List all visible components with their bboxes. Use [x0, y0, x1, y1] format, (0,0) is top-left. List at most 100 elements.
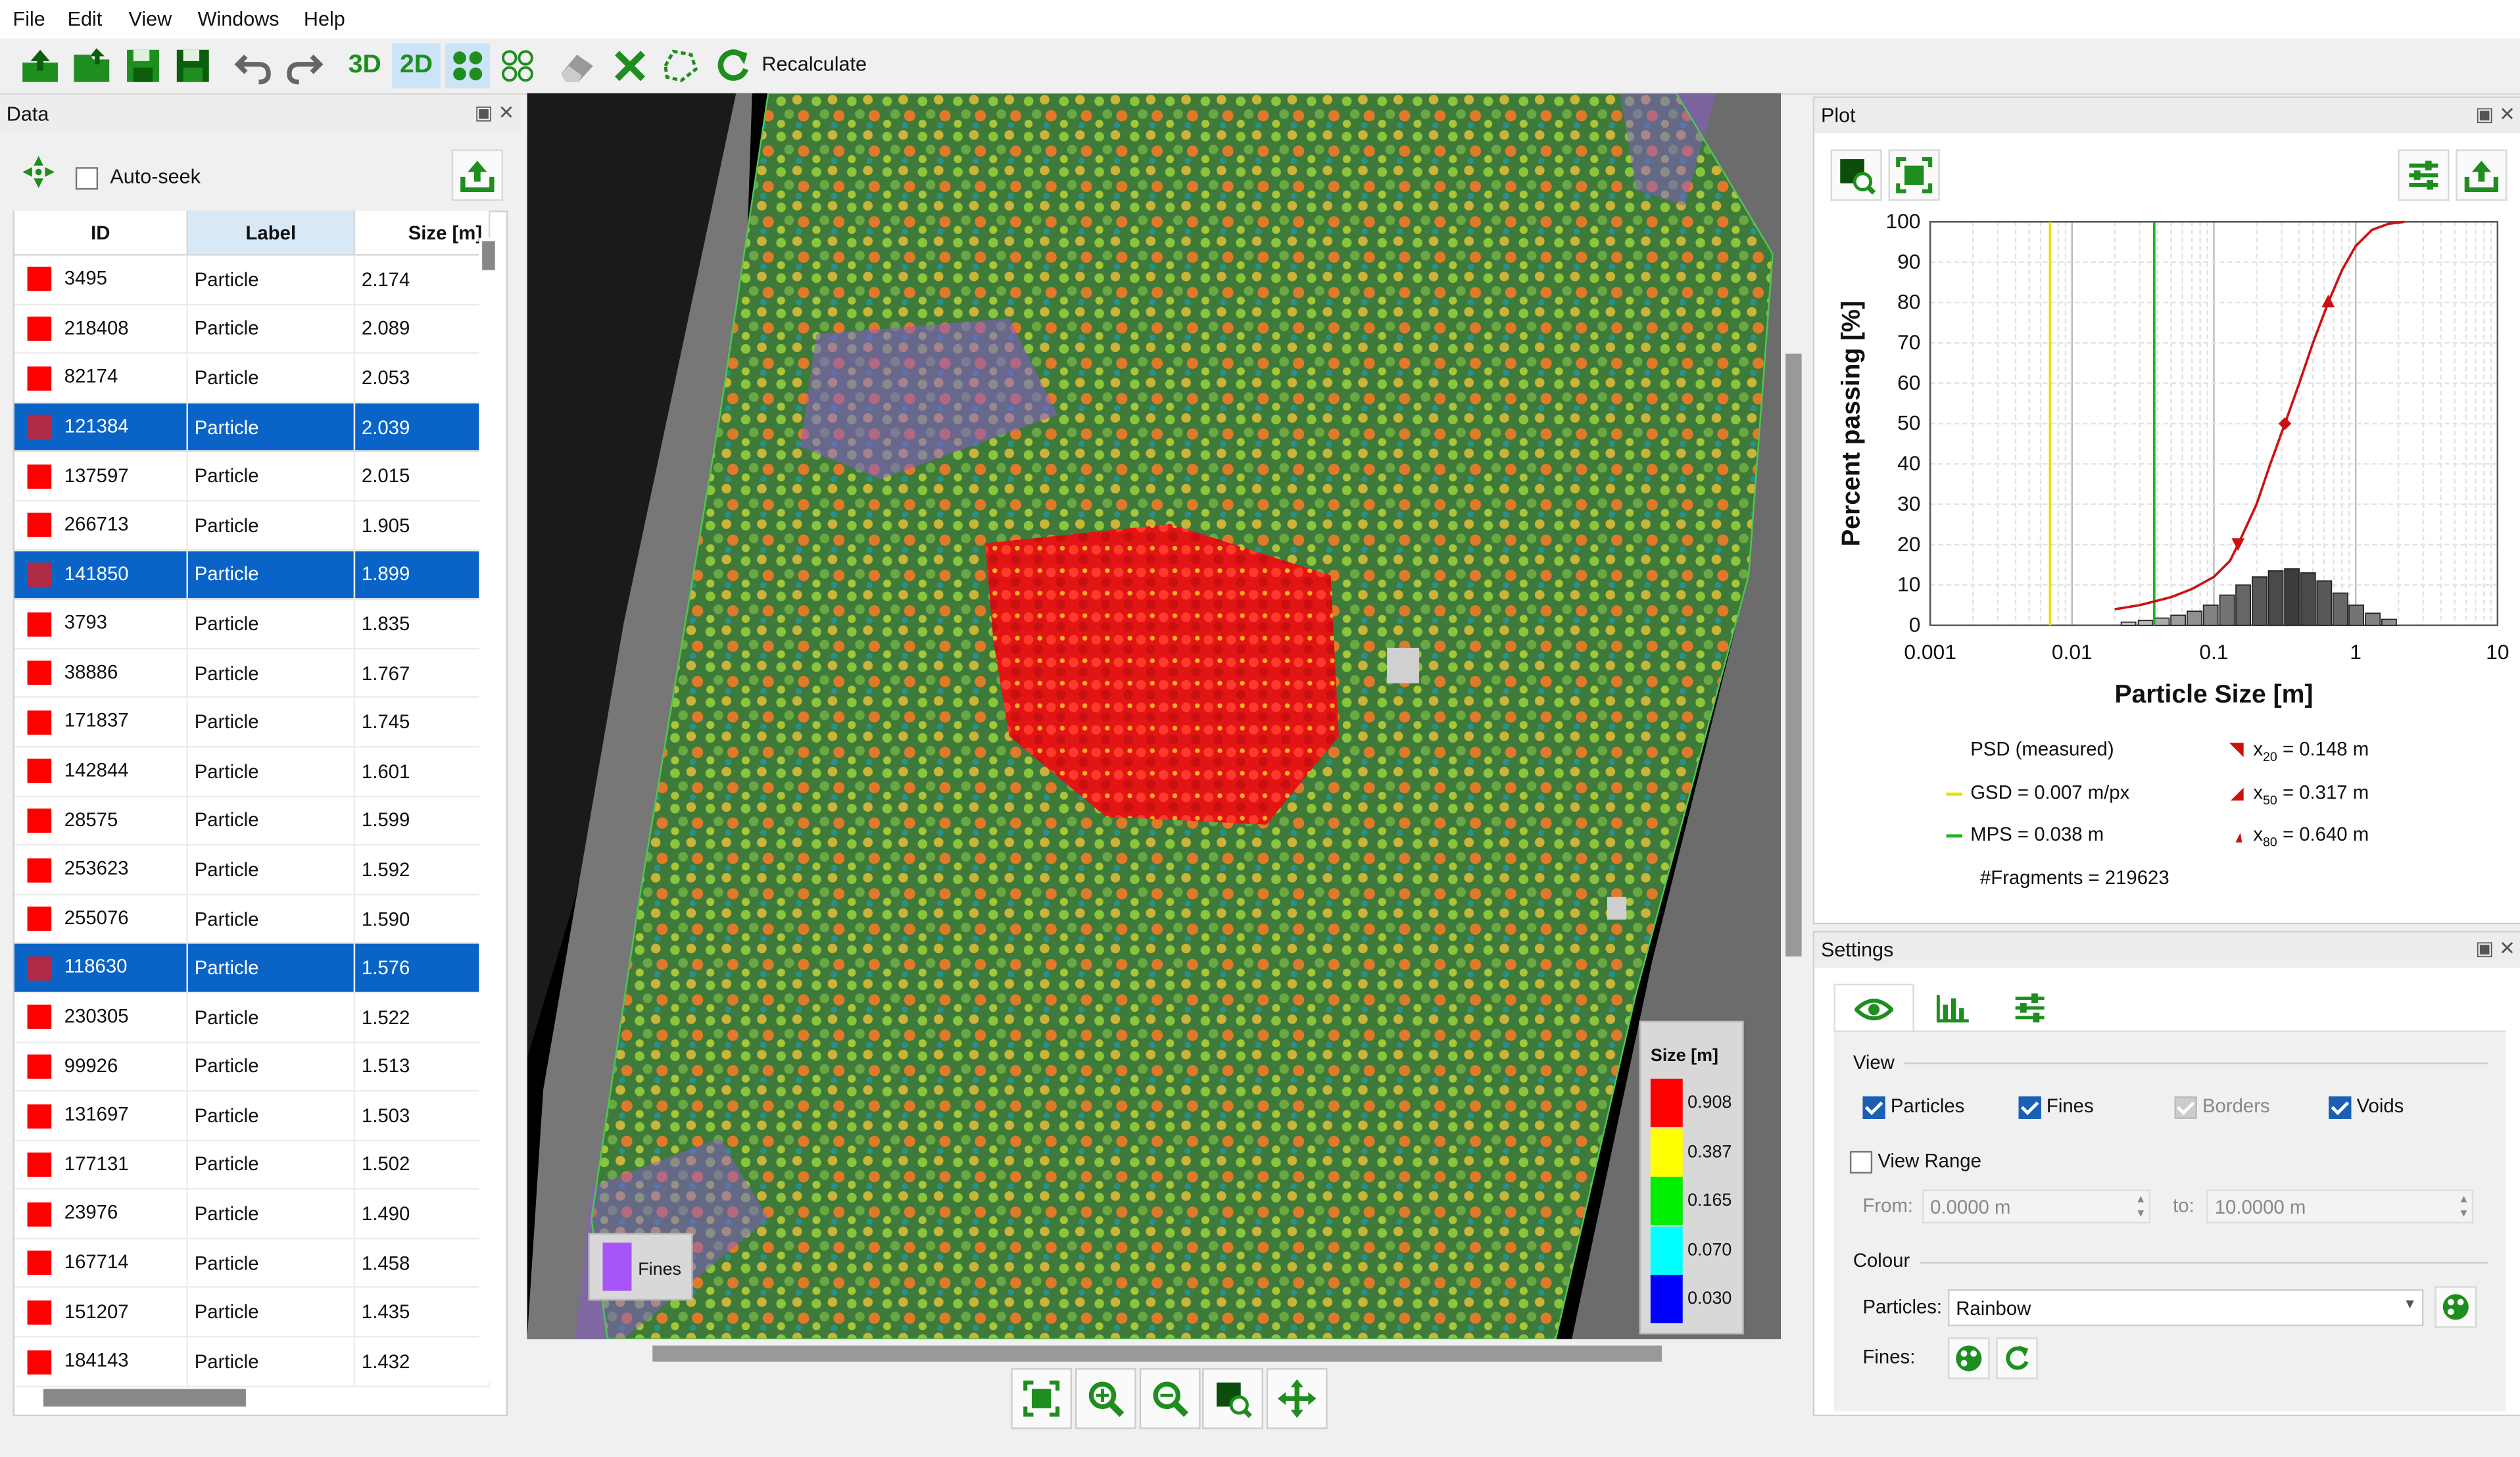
- table-row[interactable]: 82174 Particle 2.053: [14, 353, 491, 403]
- menu-edit[interactable]: Edit: [68, 8, 103, 30]
- cell-label[interactable]: Particle: [187, 1189, 356, 1239]
- cell-label[interactable]: Particle: [187, 304, 356, 355]
- cell-size[interactable]: 2.089: [354, 304, 491, 355]
- cell-label[interactable]: Particle: [187, 501, 356, 551]
- cell-label[interactable]: Particle: [187, 943, 356, 994]
- table-row[interactable]: 118630 Particle 1.576: [14, 943, 491, 994]
- cell-size[interactable]: 1.503: [354, 1091, 491, 1141]
- cell-label[interactable]: Particle: [187, 1287, 356, 1338]
- eraser-icon[interactable]: [554, 43, 599, 88]
- cell-id[interactable]: 218408: [14, 304, 188, 355]
- table-row[interactable]: 38886 Particle 1.767: [14, 648, 491, 699]
- cell-id[interactable]: 3495: [14, 255, 188, 305]
- table-row[interactable]: 171837 Particle 1.745: [14, 697, 491, 748]
- cell-id[interactable]: 28575: [14, 795, 188, 846]
- fit-view-icon[interactable]: [1011, 1368, 1073, 1429]
- table-row[interactable]: 255076 Particle 1.590: [14, 894, 491, 945]
- cell-label[interactable]: Particle: [187, 697, 356, 748]
- cell-label[interactable]: Particle: [187, 1091, 356, 1141]
- cell-size[interactable]: 2.174: [354, 255, 491, 305]
- zoom-region-icon[interactable]: [1202, 1368, 1263, 1429]
- image-viewer[interactable]: [527, 93, 1781, 1339]
- cell-label[interactable]: Particle: [187, 747, 356, 797]
- cell-size[interactable]: 1.905: [354, 501, 491, 551]
- cell-label[interactable]: Particle: [187, 1140, 356, 1191]
- cell-label[interactable]: Particle: [187, 451, 356, 502]
- cell-size[interactable]: 1.767: [354, 648, 491, 699]
- cell-size[interactable]: 1.435: [354, 1287, 491, 1338]
- vscroll-thumb[interactable]: [482, 241, 495, 270]
- table-row[interactable]: 167714 Particle 1.458: [14, 1238, 491, 1289]
- redo-icon[interactable]: [281, 43, 326, 88]
- tab-view[interactable]: [1833, 983, 1914, 1034]
- cell-id[interactable]: 255076: [14, 894, 188, 945]
- panel-float-close-icons[interactable]: ▣ ✕: [2475, 103, 2515, 125]
- plot-fit-icon[interactable]: [1888, 149, 1940, 201]
- save-icon[interactable]: [120, 43, 165, 88]
- cell-label[interactable]: Particle: [187, 648, 356, 699]
- viewer-vertical-scrollbar[interactable]: [1785, 353, 1802, 957]
- recalculate-icon[interactable]: [710, 43, 755, 88]
- particles-outline-icon[interactable]: [495, 43, 540, 88]
- table-horizontal-scrollbar[interactable]: [43, 1389, 246, 1407]
- column-label[interactable]: Label: [187, 210, 356, 256]
- cell-size[interactable]: 1.745: [354, 697, 491, 748]
- table-row[interactable]: 253623 Particle 1.592: [14, 845, 491, 895]
- view-range-checkbox[interactable]: View Range: [1849, 1149, 1981, 1173]
- cell-id[interactable]: 151207: [14, 1287, 188, 1338]
- colormap-select[interactable]: Rainbow ▾: [1948, 1289, 2424, 1327]
- export-data-icon[interactable]: [451, 149, 503, 201]
- table-row[interactable]: 142844 Particle 1.601: [14, 747, 491, 797]
- cell-size[interactable]: 1.835: [354, 599, 491, 649]
- lasso-icon[interactable]: [658, 43, 702, 88]
- table-row[interactable]: 184143 Particle 1.432: [14, 1337, 491, 1387]
- cell-size[interactable]: 1.599: [354, 795, 491, 846]
- table-row[interactable]: 3793 Particle 1.835: [14, 599, 491, 649]
- cell-size[interactable]: 2.015: [354, 451, 491, 502]
- undo-icon[interactable]: [231, 43, 276, 88]
- cell-id[interactable]: 177131: [14, 1140, 188, 1191]
- particles-filled-icon[interactable]: [445, 43, 491, 89]
- cell-id[interactable]: 121384: [14, 402, 188, 453]
- open-icon[interactable]: [18, 43, 62, 88]
- cell-label[interactable]: Particle: [187, 353, 356, 403]
- voids-checkbox[interactable]: Voids: [2329, 1095, 2404, 1119]
- cell-size[interactable]: 2.053: [354, 353, 491, 403]
- import-icon[interactable]: [69, 43, 114, 88]
- table-row[interactable]: 266713 Particle 1.905: [14, 501, 491, 551]
- cell-label[interactable]: Particle: [187, 992, 356, 1043]
- cell-size[interactable]: 1.458: [354, 1238, 491, 1289]
- delete-icon[interactable]: [608, 43, 652, 88]
- cell-size[interactable]: 1.490: [354, 1189, 491, 1239]
- cell-size[interactable]: 1.592: [354, 845, 491, 895]
- cell-id[interactable]: 266713: [14, 501, 188, 551]
- tab-settings[interactable]: [1991, 984, 2068, 1032]
- table-row[interactable]: 28575 Particle 1.599: [14, 795, 491, 846]
- column-size[interactable]: Size [m]: [354, 210, 491, 256]
- particle-map[interactable]: [527, 93, 1781, 1339]
- tab-histogram[interactable]: [1914, 984, 1991, 1032]
- recalculate-button[interactable]: Recalculate: [762, 53, 867, 76]
- table-row[interactable]: 141850 Particle 1.899: [14, 549, 491, 600]
- panel-float-close-icons[interactable]: ▣ ✕: [475, 101, 514, 124]
- menu-help[interactable]: Help: [304, 8, 345, 30]
- table-row[interactable]: 218408 Particle 2.089: [14, 304, 491, 355]
- cell-size[interactable]: 2.039: [354, 402, 491, 453]
- zoom-out-icon[interactable]: [1139, 1368, 1201, 1429]
- cell-label[interactable]: Particle: [187, 795, 356, 846]
- table-row[interactable]: 99926 Particle 1.513: [14, 1041, 491, 1092]
- palette-icon[interactable]: [2435, 1286, 2477, 1328]
- cell-size[interactable]: 1.899: [354, 549, 491, 600]
- cell-size[interactable]: 1.513: [354, 1041, 491, 1092]
- table-row[interactable]: 137597 Particle 2.015: [14, 451, 491, 502]
- pan-icon[interactable]: [1266, 1368, 1328, 1429]
- mode-2d-button[interactable]: 2D: [392, 43, 441, 89]
- fines-checkbox[interactable]: Fines: [2018, 1095, 2094, 1119]
- cell-id[interactable]: 137597: [14, 451, 188, 502]
- plot-zoom-icon[interactable]: [1830, 149, 1882, 201]
- cell-id[interactable]: 167714: [14, 1238, 188, 1289]
- cell-size[interactable]: 1.432: [354, 1337, 491, 1387]
- fines-palette-icon[interactable]: [1948, 1337, 1990, 1379]
- table-row[interactable]: 230305 Particle 1.522: [14, 992, 491, 1043]
- menu-view[interactable]: View: [129, 8, 172, 30]
